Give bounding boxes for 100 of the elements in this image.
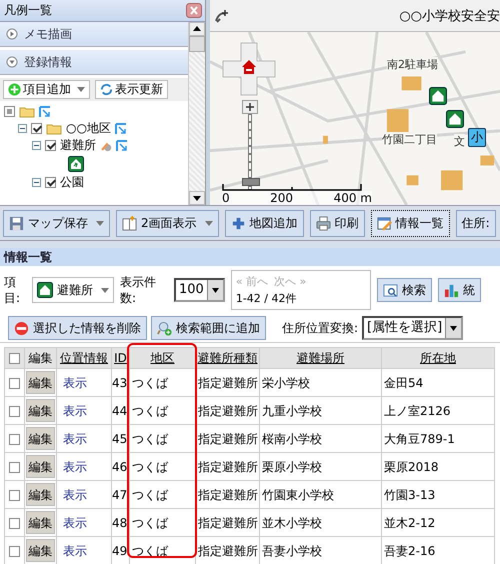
zoom-in-icon[interactable] [242, 100, 258, 114]
caret-icon [204, 220, 213, 226]
printer-icon [316, 216, 331, 230]
shelter-icon [68, 156, 84, 172]
caret-icon [101, 288, 109, 292]
column-header[interactable]: 所在地 [382, 348, 494, 368]
table-cell: 指定避難所 [198, 544, 258, 558]
table-cell: 並木2-12 [384, 516, 436, 530]
tree-label[interactable]: ○○地区 [66, 121, 111, 136]
edit-button[interactable]: 編集 [26, 539, 55, 562]
magnifier-plus-icon [157, 320, 172, 336]
scale-label: 0 [222, 191, 230, 205]
row-checkbox[interactable] [9, 462, 20, 473]
expand-icon [6, 28, 18, 40]
map-label: 竹園二丁目 [382, 132, 437, 147]
field-label: 項目: [4, 274, 22, 306]
attribute-select[interactable]: [属性を選択] [362, 316, 464, 340]
select-all-checkbox[interactable] [9, 353, 20, 364]
table-cell: つくば [132, 488, 168, 502]
search-button[interactable]: 検索 [376, 278, 432, 302]
table-cell: つくば [132, 516, 168, 530]
edit-button[interactable]: 編集 [26, 483, 55, 506]
school-marker[interactable]: 小 [468, 128, 486, 147]
shelter-marker-icon[interactable] [446, 110, 464, 128]
field-label: 住所位置変換: [282, 320, 358, 336]
table-cell: 竹園3-13 [384, 488, 436, 502]
table-cell: 指定避難所 [198, 460, 258, 474]
scale-bar-icon [222, 183, 362, 191]
legend-button[interactable]: 項目追加 [3, 80, 90, 99]
table-cell: つくば [132, 376, 168, 390]
delete-button[interactable]: 選択した情報を削除 [8, 316, 147, 340]
toolbar-button[interactable]: 2画面表示 [116, 210, 219, 236]
table-cell: 金田54 [384, 376, 424, 390]
edit-button[interactable]: 編集 [26, 455, 55, 478]
row-checkbox[interactable] [9, 518, 20, 529]
tree-label[interactable]: 公園 [60, 175, 84, 190]
checkbox[interactable] [31, 123, 42, 134]
collapse-toggle-icon[interactable] [32, 178, 41, 187]
zoom-to-icon[interactable] [114, 122, 127, 134]
scale-label: 200 [270, 191, 294, 205]
row-checkbox[interactable] [9, 546, 20, 557]
draw-plus-icon[interactable] [214, 8, 230, 24]
street-map-drawing[interactable] [210, 32, 500, 205]
two-pane-icon [122, 216, 137, 230]
table-cell: 並木小学校 [262, 516, 322, 530]
row-checkbox[interactable] [9, 490, 20, 501]
zoom-to-icon[interactable] [116, 140, 128, 152]
accordion-header[interactable]: メモ描画 [0, 22, 188, 47]
accordion-header[interactable]: 登録情報 [0, 50, 188, 75]
plus-icon [8, 83, 21, 96]
edit-button[interactable]: 編集 [26, 371, 55, 394]
zoom-slider[interactable] [241, 100, 259, 192]
scroll-up-icon[interactable] [189, 22, 205, 36]
edit-button[interactable]: 編集 [26, 511, 55, 534]
column-header[interactable]: 避難場所 [260, 348, 382, 368]
edit-button[interactable]: 編集 [26, 399, 55, 422]
checkbox[interactable] [4, 106, 15, 117]
expand-icon [6, 56, 18, 68]
table-cell: 指定避難所 [198, 432, 258, 446]
row-checkbox[interactable] [9, 434, 20, 445]
edit-button[interactable]: 編集 [26, 427, 55, 450]
tree-label[interactable]: 避難所 [60, 138, 96, 153]
collapse-toggle-icon[interactable] [18, 124, 27, 133]
bar-chart-icon [444, 282, 459, 298]
toolbar-button[interactable]: マップ保存 [3, 210, 110, 236]
table-cell: 48 [112, 516, 128, 530]
scale-label: 400 m [334, 191, 372, 205]
column-header[interactable]: 避難所種類 [196, 348, 260, 368]
close-icon[interactable] [186, 3, 202, 18]
row-checkbox[interactable] [9, 406, 20, 417]
add-range-button[interactable]: 検索範囲に追加 [151, 316, 266, 340]
pan-control-icon[interactable] [222, 42, 276, 96]
table-cell: 竹園東小学校 [262, 488, 334, 502]
row-checkbox[interactable] [9, 378, 20, 389]
count-select[interactable]: 100 [174, 278, 225, 302]
table-cell: 47 [112, 488, 128, 502]
table-cell: 43 [112, 376, 128, 390]
zoom-thumb[interactable] [242, 178, 260, 186]
scroll-down-icon[interactable] [189, 191, 205, 205]
scrollbar-thumb[interactable] [189, 36, 205, 52]
no-entry-icon [14, 320, 29, 336]
toolbar-button[interactable]: 情報一覧 [370, 210, 450, 236]
toolbar-button[interactable]: 住所: [456, 210, 496, 236]
toolbar-button[interactable]: 印刷 [310, 210, 365, 236]
legend-button[interactable]: 表示更新 [95, 80, 168, 99]
zoom-to-icon[interactable] [39, 106, 51, 118]
shelter-marker-icon[interactable] [429, 87, 447, 105]
map-label: 南2駐車場 [387, 57, 438, 72]
caret-icon [96, 220, 104, 226]
column-header[interactable]: 位置情報 [56, 348, 112, 368]
toolbar-button[interactable]: 地図追加 [224, 210, 304, 236]
floppy-icon [9, 216, 24, 230]
checkbox[interactable] [45, 140, 56, 151]
checkbox[interactable] [45, 177, 56, 188]
collapse-toggle-icon[interactable] [32, 141, 41, 150]
column-header[interactable]: 地区 [130, 348, 196, 368]
stats-button[interactable]: 統 [438, 278, 481, 302]
table-cell: 指定避難所 [198, 516, 258, 530]
table-cell: 45 [112, 432, 128, 446]
item-select[interactable]: 避難所 [32, 277, 114, 303]
